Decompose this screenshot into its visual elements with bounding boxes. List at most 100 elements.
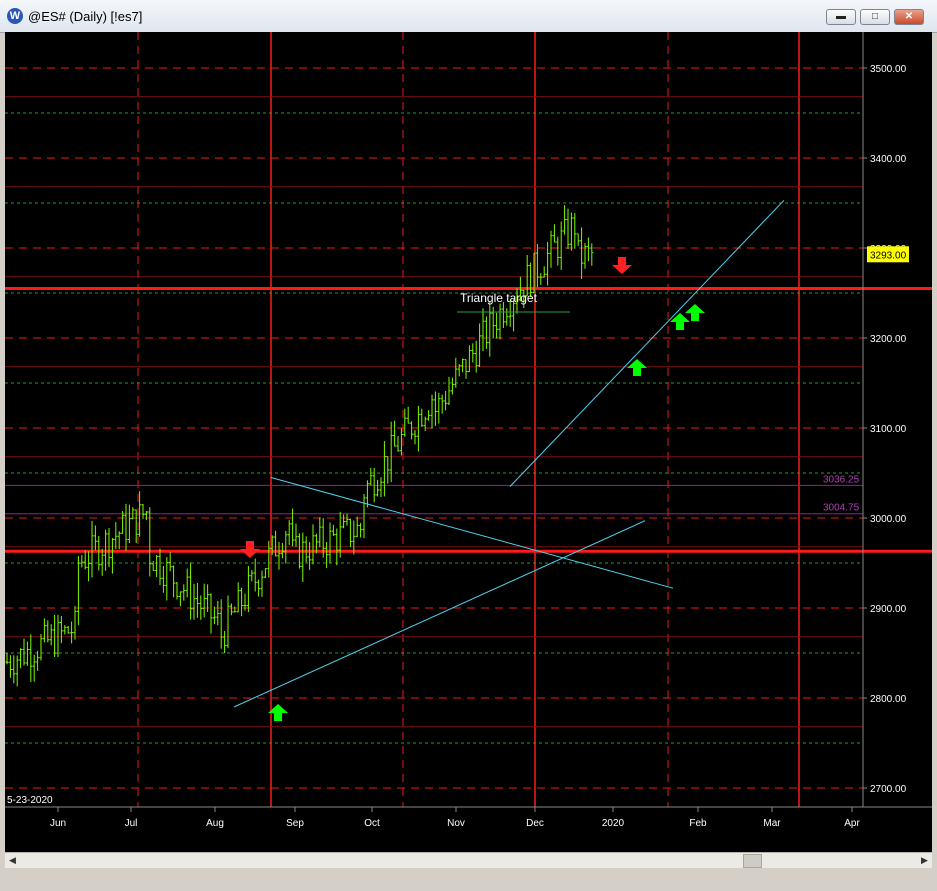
x-tick-label: Apr: [844, 818, 860, 829]
price-bar: [151, 561, 155, 572]
price-bar: [552, 224, 556, 243]
price-bar: [450, 377, 454, 395]
price-bar: [124, 503, 128, 551]
price-bar: [447, 376, 451, 406]
price-bar: [566, 208, 570, 250]
close-button[interactable]: ✕: [894, 9, 924, 25]
x-tick-label: Aug: [206, 818, 224, 829]
price-bar: [114, 522, 118, 549]
x-tick-label: Dec: [526, 818, 544, 829]
price-bar: [410, 421, 414, 440]
price-bar: [42, 618, 46, 643]
down-arrow-icon: [240, 541, 260, 558]
price-bar: [66, 625, 70, 634]
price-bar: [246, 566, 250, 613]
price-bar: [345, 513, 349, 526]
scroll-thumb[interactable]: [743, 854, 762, 868]
price-bar: [127, 504, 131, 544]
price-bar: [423, 416, 427, 431]
price-bar: [362, 493, 366, 539]
price-bar: [223, 631, 227, 654]
price-bar: [590, 243, 594, 266]
x-tick-label: Nov: [447, 818, 465, 829]
price-bar: [355, 516, 359, 538]
up-arrow-icon: [685, 304, 705, 321]
price-bar: [416, 405, 420, 452]
level-label: 3036.25: [823, 474, 860, 485]
price-bar: [110, 537, 114, 574]
price-bar: [376, 479, 380, 497]
price-bar: [556, 236, 560, 266]
price-bar: [467, 345, 471, 372]
chart-plot-area[interactable]: 3036.253004.75 3500.003400.003300.003200…: [5, 32, 932, 852]
y-tick-label: 3400.00: [870, 154, 907, 165]
x-tick-label: Mar: [763, 818, 781, 829]
price-bar: [352, 520, 356, 555]
price-bar: [32, 654, 36, 682]
y-tick-label: 3100.00: [870, 424, 907, 435]
price-bar: [73, 606, 77, 640]
scroll-right-icon[interactable]: ▶: [917, 853, 932, 868]
down-arrow-icon: [612, 257, 632, 274]
date-label: 5-23-2020: [7, 795, 53, 806]
price-bar: [440, 394, 444, 414]
price-bar: [461, 358, 465, 373]
price-bar: [301, 532, 305, 582]
price-bar: [240, 587, 244, 617]
price-bar: [573, 212, 577, 249]
price-bar: [192, 583, 196, 620]
price-bar: [498, 303, 502, 340]
price-bar: [359, 522, 363, 538]
status-bar: [0, 870, 937, 891]
price-bar: [59, 615, 63, 644]
price-bar: [90, 520, 94, 578]
horizontal-scrollbar[interactable]: ◀ ▶: [5, 852, 932, 868]
y-tick-label: 3200.00: [870, 334, 907, 345]
price-bar: [549, 230, 553, 268]
maximize-icon: □: [871, 11, 879, 22]
price-bar: [474, 340, 478, 373]
price-bar: [399, 428, 403, 456]
price-bar: [583, 243, 587, 269]
price-bar: [318, 517, 322, 548]
price-bar: [563, 205, 567, 235]
price-bar: [189, 562, 193, 620]
price-bar: [325, 542, 329, 569]
price-bar: [87, 551, 91, 582]
price-bar: [144, 510, 148, 521]
price-bar: [100, 548, 104, 576]
price-bar: [420, 408, 424, 427]
price-bar: [539, 273, 543, 285]
price-bar: [253, 558, 257, 592]
price-bar: [263, 568, 267, 579]
price-bar: [427, 410, 431, 421]
price-bar: [379, 477, 383, 498]
minimize-button[interactable]: ▬: [826, 9, 856, 25]
price-bar: [308, 542, 312, 570]
price-bar: [76, 556, 80, 625]
x-tick-label: 2020: [602, 818, 625, 829]
price-bar: [25, 641, 29, 666]
price-bar: [5, 652, 9, 665]
price-bar: [304, 536, 308, 563]
price-bar: [294, 523, 298, 547]
window-titlebar: W @ES# (Daily) [!es7] ▬ □ ✕: [0, 0, 937, 33]
price-bar: [36, 650, 40, 671]
y-tick-label: 2900.00: [870, 604, 907, 615]
maximize-button[interactable]: □: [860, 9, 890, 25]
x-tick-label: Jun: [50, 818, 66, 829]
price-bar: [56, 614, 60, 657]
price-bar: [19, 648, 23, 669]
price-bar: [505, 308, 509, 326]
x-tick-label: Oct: [364, 818, 380, 829]
last-price-label: 3293.00: [870, 250, 907, 261]
price-bar: [501, 301, 505, 329]
scroll-left-icon[interactable]: ◀: [5, 853, 20, 868]
price-bar: [576, 233, 580, 246]
price-bar: [236, 582, 240, 613]
price-bar: [393, 420, 397, 447]
price-bar: [15, 655, 19, 687]
price-bar: [8, 655, 12, 678]
price-bar: [257, 579, 261, 597]
x-tick-label: Jul: [125, 818, 138, 829]
